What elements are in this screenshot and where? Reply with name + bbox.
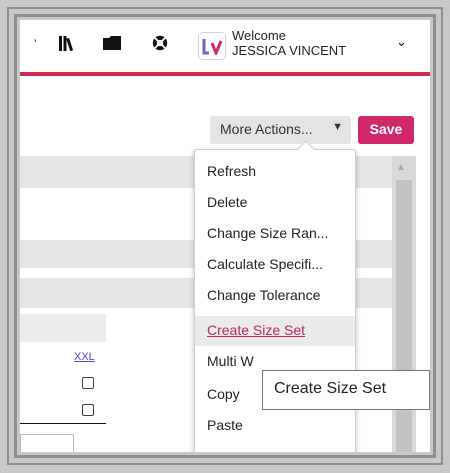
folder-icon-svg (103, 36, 121, 50)
welcome-label: Welcome (232, 28, 286, 43)
menu-item-calculate-specification[interactable]: Calculate Specifi... (207, 256, 323, 272)
user-menu-chevron-icon[interactable]: ⌄ (396, 34, 407, 50)
user-name: JESSICA VINCENT (232, 43, 347, 58)
menu-item-copy[interactable]: Copy (207, 386, 240, 402)
folder-icon[interactable] (102, 34, 122, 57)
menu-item-change-tolerance[interactable]: Change Tolerance (207, 287, 320, 303)
scrollbar-thumb[interactable] (396, 180, 412, 452)
save-button[interactable]: Save (358, 116, 414, 144)
row-checkbox[interactable] (82, 404, 94, 416)
top-header: ’ Welcome JESSICA VINCENT ⌄ (20, 20, 430, 72)
value-input[interactable] (20, 434, 74, 452)
header-accent-bar (20, 72, 430, 76)
column-header-xxl[interactable]: XXL (74, 351, 95, 363)
more-actions-button[interactable]: More Actions... ▼ (210, 116, 351, 144)
menu-item-multi[interactable]: Multi W (207, 353, 254, 369)
books-icon[interactable] (58, 34, 78, 57)
tooltip: Create Size Set (262, 370, 430, 410)
logo-mark-svg (202, 39, 223, 55)
menu-item-paste[interactable]: Paste (207, 417, 243, 433)
menu-item-create-size-set[interactable]: Create Size Set (207, 322, 305, 338)
books-icon-svg (59, 36, 74, 52)
menu-item-refresh[interactable]: Refresh (207, 163, 256, 179)
lifebuoy-icon-svg (152, 35, 168, 51)
welcome-block[interactable]: Welcome JESSICA VINCENT (232, 28, 346, 58)
menu-item-delete[interactable]: Delete (207, 194, 247, 210)
more-actions-label: More Actions... (220, 121, 313, 137)
menu-item-change-size-range[interactable]: Change Size Ran... (207, 225, 328, 241)
row-checkbox[interactable] (82, 377, 94, 389)
table-header-band (20, 314, 106, 342)
chevron-down-icon: ▼ (332, 121, 343, 133)
app-viewport: ’ Welcome JESSICA VINCENT ⌄ More Actions… (20, 20, 430, 452)
row-divider (20, 423, 106, 424)
help-lifebuoy-icon[interactable] (150, 34, 170, 57)
brand-logo[interactable] (198, 32, 226, 60)
scroll-up-arrow-icon[interactable]: ▲ (396, 162, 406, 173)
separator-tick-icon: ’ (34, 37, 37, 51)
